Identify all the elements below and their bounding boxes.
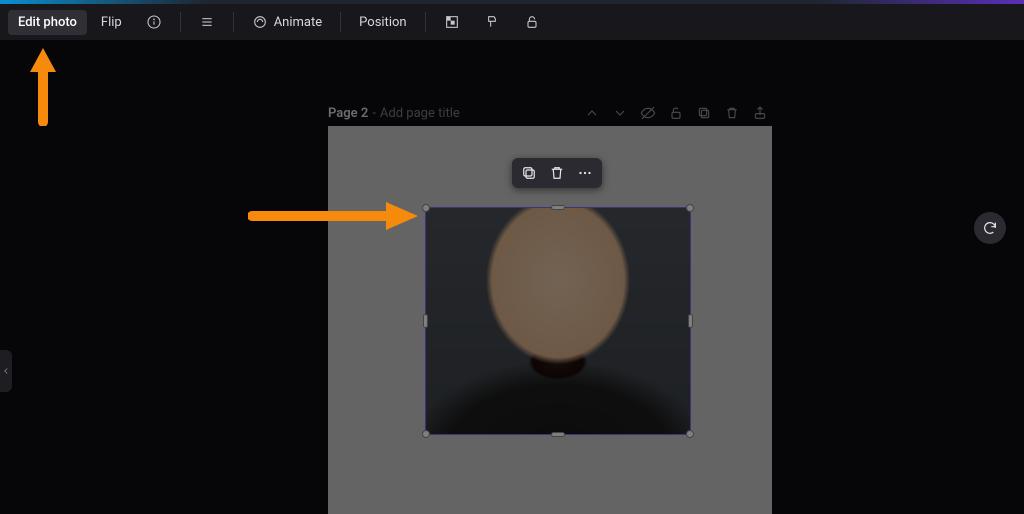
lock-icon xyxy=(524,14,540,30)
resize-handle-tl[interactable] xyxy=(422,204,430,212)
delete-button[interactable] xyxy=(548,164,566,182)
list-button[interactable] xyxy=(189,9,225,35)
collapse-sidepanel-button[interactable] xyxy=(0,350,12,392)
copy-button[interactable] xyxy=(520,164,538,182)
selected-image[interactable] xyxy=(426,208,690,434)
transparency-button[interactable] xyxy=(434,9,470,35)
resize-handle-br[interactable] xyxy=(686,430,694,438)
selection-border xyxy=(426,208,690,434)
hide-page-button[interactable] xyxy=(636,101,660,125)
style-copy-icon xyxy=(484,14,500,30)
position-button[interactable]: Position xyxy=(349,10,416,35)
refresh-suggestions-button[interactable] xyxy=(974,212,1006,244)
separator xyxy=(180,12,181,32)
page-label: Page 2 xyxy=(328,106,368,121)
lock-button[interactable] xyxy=(514,9,550,35)
delete-page-button[interactable] xyxy=(720,101,744,125)
page-down-button[interactable] xyxy=(608,101,632,125)
animate-button[interactable]: Animate xyxy=(242,9,332,35)
more-button[interactable] xyxy=(576,164,594,182)
resize-handle-bl[interactable] xyxy=(422,430,430,438)
page-up-button[interactable] xyxy=(580,101,604,125)
share-page-button[interactable] xyxy=(748,101,772,125)
edit-photo-button[interactable]: Edit photo xyxy=(8,10,87,35)
separator xyxy=(340,12,341,32)
flip-button[interactable]: Flip xyxy=(91,10,132,35)
unlock-page-button[interactable] xyxy=(664,101,688,125)
duplicate-page-button[interactable] xyxy=(692,101,716,125)
separator xyxy=(233,12,234,32)
info-button[interactable] xyxy=(136,9,172,35)
resize-handle-top[interactable] xyxy=(551,205,565,210)
editor-stage: Page 2 - Add page title xyxy=(0,40,1024,514)
transparency-icon xyxy=(444,14,460,30)
animate-icon xyxy=(252,14,268,30)
floating-quick-actions xyxy=(512,158,602,188)
page-dash: - xyxy=(372,106,376,121)
page-header: Page 2 - Add page title xyxy=(328,102,772,124)
resize-handle-bottom[interactable] xyxy=(551,432,565,437)
resize-handle-left[interactable] xyxy=(423,314,428,328)
page-title-input[interactable]: Add page title xyxy=(380,106,460,121)
resize-handle-right[interactable] xyxy=(688,314,693,328)
list-icon xyxy=(199,14,215,30)
style-copy-button[interactable] xyxy=(474,9,510,35)
separator xyxy=(425,12,426,32)
resize-handle-tr[interactable] xyxy=(686,204,694,212)
info-icon xyxy=(146,14,162,30)
context-toolbar: Edit photo Flip Animate Position xyxy=(0,4,1024,40)
